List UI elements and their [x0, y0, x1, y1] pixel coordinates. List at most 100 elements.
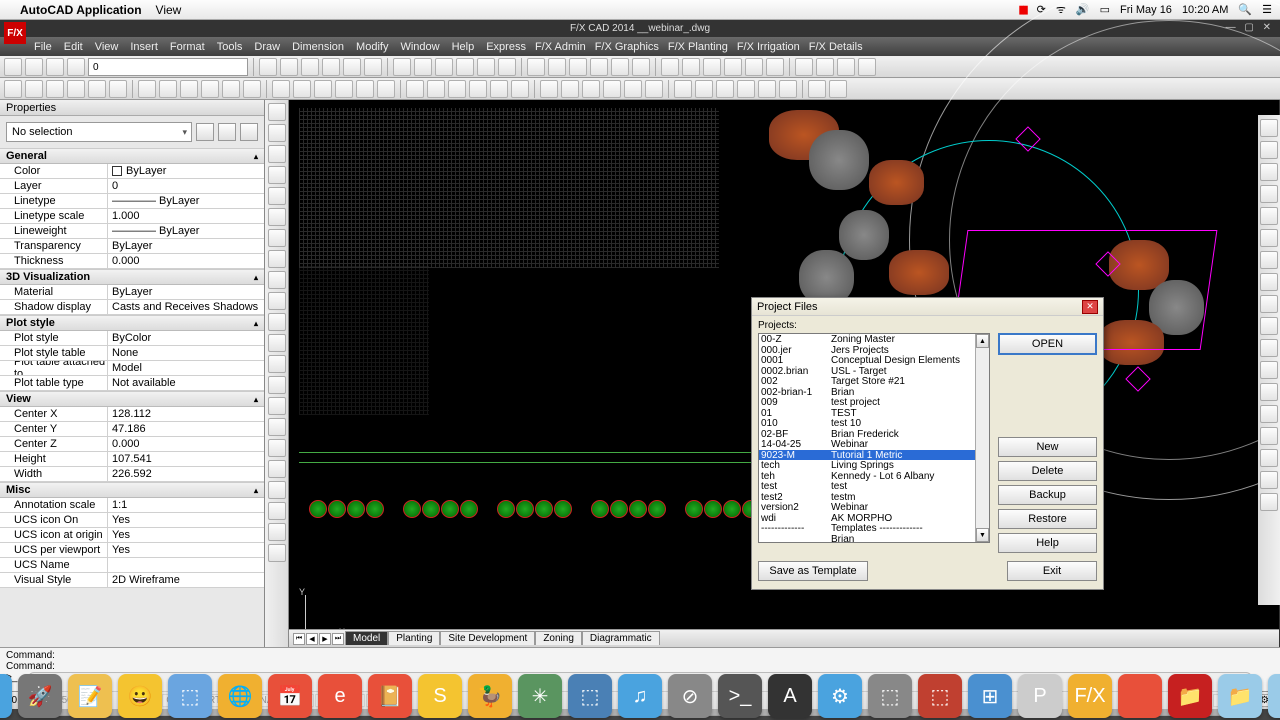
property-row[interactable]: Width226.592: [0, 467, 264, 482]
menu-insert[interactable]: Insert: [130, 41, 158, 53]
dock-app-icon[interactable]: ☺: [0, 674, 12, 718]
tool-icon[interactable]: [695, 80, 713, 98]
menu-fxadmin[interactable]: F/X Admin: [535, 41, 586, 53]
list-item[interactable]: tehKennedy - Lot 6 Albany: [759, 471, 989, 482]
list-item[interactable]: 002Target Store #21: [759, 376, 989, 387]
right-tool-icon[interactable]: [1260, 361, 1278, 379]
tool-icon[interactable]: [674, 80, 692, 98]
property-row[interactable]: Height107.541: [0, 452, 264, 467]
property-row[interactable]: Linetype scale1.000: [0, 209, 264, 224]
list-item[interactable]: test2testm: [759, 492, 989, 503]
dock-app-icon[interactable]: P: [1018, 674, 1062, 718]
side-tool-icon[interactable]: [268, 397, 286, 415]
tool-icon[interactable]: [435, 58, 453, 76]
right-tool-icon[interactable]: [1260, 163, 1278, 181]
list-item[interactable]: 002-brian-1Brian: [759, 387, 989, 398]
dock-app-icon[interactable]: 🦆: [468, 674, 512, 718]
tool-icon[interactable]: [46, 58, 64, 76]
prop-tool-button[interactable]: [240, 123, 258, 141]
tool-icon[interactable]: [427, 80, 445, 98]
section-header[interactable]: Misc▴: [0, 482, 264, 498]
dock-app-icon[interactable]: 😀: [118, 674, 162, 718]
tool-icon[interactable]: [829, 80, 847, 98]
list-item[interactable]: 9023-MTutorial 1 Metric: [759, 450, 989, 461]
prop-tool-button[interactable]: [196, 123, 214, 141]
layout-tab[interactable]: Model: [345, 631, 388, 645]
dock-app-icon[interactable]: 🗑: [1268, 674, 1280, 718]
tool-icon[interactable]: [661, 58, 679, 76]
menu-fxdetails[interactable]: F/X Details: [809, 41, 863, 53]
app-name[interactable]: AutoCAD Application: [20, 3, 142, 17]
scroll-down-icon[interactable]: ▼: [976, 528, 989, 542]
list-item[interactable]: 0001Conceptual Design Elements: [759, 355, 989, 366]
side-tool-icon[interactable]: [268, 229, 286, 247]
tool-icon[interactable]: [201, 80, 219, 98]
list-item[interactable]: 14-04-25Webinar: [759, 439, 989, 450]
section-header[interactable]: Plot style▴: [0, 315, 264, 331]
side-tool-icon[interactable]: [268, 355, 286, 373]
right-tool-icon[interactable]: [1260, 185, 1278, 203]
tool-icon[interactable]: [159, 80, 177, 98]
tool-icon[interactable]: [611, 58, 629, 76]
list-item[interactable]: 0002.brianUSL - Target: [759, 366, 989, 377]
menu-edit[interactable]: Edit: [64, 41, 83, 53]
menu-draw[interactable]: Draw: [254, 41, 280, 53]
tool-icon[interactable]: [816, 58, 834, 76]
tool-icon[interactable]: [109, 80, 127, 98]
tool-icon[interactable]: [469, 80, 487, 98]
tool-icon[interactable]: [88, 80, 106, 98]
exit-button[interactable]: Exit: [1007, 561, 1097, 581]
dock-app-icon[interactable]: F/X: [1068, 674, 1112, 718]
side-tool-icon[interactable]: [268, 208, 286, 226]
side-tool-icon[interactable]: [268, 103, 286, 121]
side-tool-icon[interactable]: [268, 187, 286, 205]
tool-icon[interactable]: [46, 80, 64, 98]
menu-modify[interactable]: Modify: [356, 41, 388, 53]
projects-listbox[interactable]: 00-ZZoning Master000.jerJers Projects000…: [758, 333, 990, 543]
section-header[interactable]: 3D Visualization▴: [0, 269, 264, 285]
menu-fxgraphics[interactable]: F/X Graphics: [595, 41, 659, 53]
tool-icon[interactable]: [477, 58, 495, 76]
close-button[interactable]: ✕: [1082, 300, 1098, 314]
tool-icon[interactable]: [603, 80, 621, 98]
tool-icon[interactable]: [272, 80, 290, 98]
dock-app-icon[interactable]: ⚙: [818, 674, 862, 718]
dock-app-icon[interactable]: 📁: [1168, 674, 1212, 718]
layer-combo[interactable]: 0: [88, 58, 248, 76]
list-item[interactable]: version2Webinar: [759, 502, 989, 513]
tool-icon[interactable]: [67, 58, 85, 76]
tool-icon[interactable]: [808, 80, 826, 98]
layout-tab[interactable]: Site Development: [440, 631, 535, 645]
dock-app-icon[interactable]: ⊘: [668, 674, 712, 718]
right-tool-icon[interactable]: [1260, 383, 1278, 401]
right-tool-icon[interactable]: [1260, 339, 1278, 357]
tool-icon[interactable]: [356, 80, 374, 98]
list-item[interactable]: 000.jerJers Projects: [759, 345, 989, 356]
layout-tab[interactable]: Zoning: [535, 631, 582, 645]
side-tool-icon[interactable]: [268, 334, 286, 352]
right-tool-icon[interactable]: [1260, 207, 1278, 225]
selection-combo[interactable]: No selection▾: [6, 122, 192, 142]
side-tool-icon[interactable]: [268, 313, 286, 331]
right-tool-icon[interactable]: [1260, 427, 1278, 445]
tool-icon[interactable]: [548, 58, 566, 76]
tool-icon[interactable]: [758, 80, 776, 98]
tool-icon[interactable]: [406, 80, 424, 98]
backup-button[interactable]: Backup: [998, 485, 1097, 505]
right-tool-icon[interactable]: [1260, 295, 1278, 313]
menu-tools[interactable]: Tools: [217, 41, 243, 53]
tool-icon[interactable]: [335, 80, 353, 98]
tool-icon[interactable]: [293, 80, 311, 98]
right-tool-icon[interactable]: [1260, 471, 1278, 489]
right-tool-icon[interactable]: [1260, 119, 1278, 137]
side-tool-icon[interactable]: [268, 376, 286, 394]
list-item[interactable]: 02-BFBrian Frederick: [759, 429, 989, 440]
property-row[interactable]: Center Y47.186: [0, 422, 264, 437]
layout-tab[interactable]: Diagrammatic: [582, 631, 660, 645]
list-item[interactable]: 009test project: [759, 397, 989, 408]
list-item[interactable]: 00-ZZoning Master: [759, 334, 989, 345]
property-row[interactable]: Lineweight———— ByLayer: [0, 224, 264, 239]
tool-icon[interactable]: [582, 80, 600, 98]
tool-icon[interactable]: [314, 80, 332, 98]
list-item[interactable]: testtest: [759, 481, 989, 492]
